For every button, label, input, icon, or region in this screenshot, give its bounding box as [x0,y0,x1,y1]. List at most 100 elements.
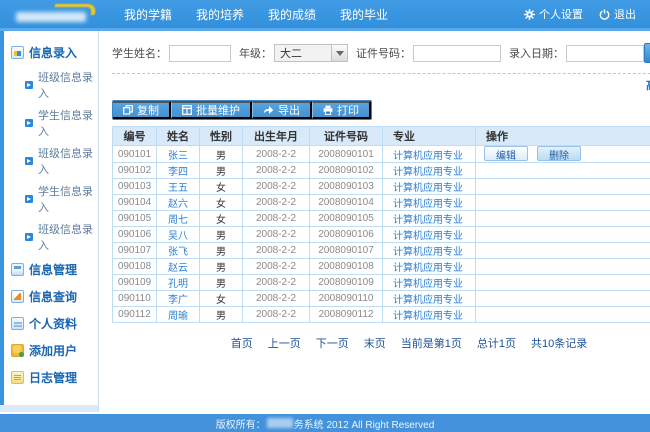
cell-major: 计算机应用专业 [382,290,476,307]
edit-button[interactable]: 编辑 [484,146,528,162]
toolbar-print-button[interactable]: 打印 [312,101,371,119]
total-records-status: 共10条记录 [531,338,588,350]
info-query-icon [11,290,24,303]
sidebar-section-2[interactable]: 信息管理 [4,256,98,283]
logout-button[interactable]: 退出 [599,6,636,22]
sidebar-section-4[interactable]: 个人资料 [4,310,98,337]
major-link[interactable]: 计算机应用专业 [393,247,463,258]
id-number-input[interactable] [413,44,501,62]
sidebar-subitem-1-3[interactable]: 班级信息录入 [4,142,98,180]
student-name-label: 学生姓名： [112,48,167,60]
cell-actions [475,242,650,259]
student-name-link[interactable]: 李广 [168,295,188,306]
cell-major: 计算机应用专业 [382,226,476,243]
query-button[interactable]: 查 询 [644,43,650,63]
cell-major: 计算机应用专业 [382,162,476,179]
student-name-input[interactable] [169,44,231,62]
cell-major: 计算机应用专业 [382,210,476,227]
next-page-link[interactable]: 下一页 [316,335,349,351]
cell-id: 090107 [112,242,157,259]
dropdown-arrow-icon[interactable] [331,45,347,61]
cell-id: 090105 [112,210,157,227]
advanced-query-link[interactable]: 高级查询 [646,77,650,93]
sidebar-subitem-1-2[interactable]: 学生信息录入 [4,104,98,142]
top-nav-item-4[interactable]: 我的毕业 [340,6,388,23]
cell-birth: 2008-2-2 [242,290,310,307]
cell-major: 计算机应用专业 [382,258,476,275]
cell-id-number: 2008090108 [309,258,383,275]
major-link[interactable]: 计算机应用专业 [393,263,463,274]
toolbar-button-label: 批量维护 [196,105,240,117]
sidebar-section-5[interactable]: 添加用户 [4,337,98,364]
delete-button[interactable]: 删除 [537,146,581,162]
student-name-link[interactable]: 赵云 [168,263,188,274]
student-name-link[interactable]: 孔明 [168,279,188,290]
top-nav: 我的学籍 我的培养 我的成绩 我的毕业 [124,6,388,23]
major-link[interactable]: 计算机应用专业 [393,279,463,290]
bullet-icon [25,157,33,165]
major-link[interactable]: 计算机应用专业 [393,151,463,162]
major-link[interactable]: 计算机应用专业 [393,199,463,210]
student-name-link[interactable]: 王五 [168,183,188,194]
footer: 版权所有： 务系统 2012 All Right Reserved [0,412,650,432]
toolbar-batch-maintain-button[interactable]: 批量维护 [171,101,252,119]
search-form: 学生姓名： 年级： 大二 证件号码： 录入日期： 查 询 [112,43,650,63]
last-page-link[interactable]: 末页 [364,335,386,351]
column-header-7: 操作 [475,126,650,146]
major-link[interactable]: 计算机应用专业 [393,231,463,242]
student-name-link[interactable]: 张三 [168,151,188,162]
student-name-link[interactable]: 周七 [168,215,188,226]
grade-select-value: 大二 [280,48,302,60]
entry-date-input[interactable] [566,44,644,62]
toolbar-copy-button[interactable]: 复制 [113,101,171,119]
top-nav-item-3[interactable]: 我的成绩 [268,6,316,23]
cell-id: 090103 [112,178,157,195]
first-page-link[interactable]: 首页 [231,335,253,351]
major-link[interactable]: 计算机应用专业 [393,311,463,322]
column-header-6: 专业 [382,126,476,146]
sidebar-subitem-label: 班级信息录入 [38,148,93,176]
cell-birth: 2008-2-2 [242,258,310,275]
cell-name: 赵云 [156,258,200,275]
censored-brand-name [266,418,293,428]
student-name-link[interactable]: 张飞 [168,247,188,258]
sidebar-subitem-1-4[interactable]: 学生信息录入 [4,180,98,218]
sidebar-section-1[interactable]: 信息录入 [4,39,98,66]
cell-major: 计算机应用专业 [382,194,476,211]
cell-major: 计算机应用专业 [382,242,476,259]
id-number-label: 证件号码： [356,48,411,60]
cell-actions: 编辑 删除 [475,145,650,163]
sidebar-section-6[interactable]: 日志管理 [4,364,98,391]
student-name-link[interactable]: 赵六 [168,199,188,210]
sidebar: 信息录入 班级信息录入 学生信息录入 班级信息录入 学生信息录入 班级信息录入 信息管理 信息… [0,31,99,412]
table-toolbar: 复制 批量维护 导出 打印 [112,100,372,120]
cell-id-number: 2008090104 [309,194,383,211]
profile-icon [11,317,24,330]
topbar-actions: 个人设置 退出 [524,6,636,22]
major-link[interactable]: 计算机应用专业 [393,167,463,178]
grade-select[interactable]: 大二 [274,44,348,62]
pagination: 首页 上一页 下一页 末页 当前是第1页 总计1页 共10条记录 [112,335,650,351]
personal-settings-button[interactable]: 个人设置 [524,6,583,22]
cell-gender: 女 [199,290,243,307]
student-name-link[interactable]: 李四 [168,167,188,178]
toolbar-export-button[interactable]: 导出 [252,101,312,119]
major-link[interactable]: 计算机应用专业 [393,183,463,194]
cell-id: 090112 [112,306,157,323]
sidebar-subitem-1-5[interactable]: 班级信息录入 [4,218,98,256]
top-nav-item-2[interactable]: 我的培养 [196,6,244,23]
student-name-link[interactable]: 吴八 [168,231,188,242]
bullet-icon [25,119,33,127]
cell-id-number: 2008090107 [309,242,383,259]
power-icon [599,8,610,20]
cell-gender: 女 [199,194,243,211]
sidebar-subitem-1-1[interactable]: 班级信息录入 [4,66,98,104]
major-link[interactable]: 计算机应用专业 [393,295,463,306]
student-name-link[interactable]: 周瑜 [168,311,188,322]
prev-page-link[interactable]: 上一页 [268,335,301,351]
sidebar-section-3[interactable]: 信息查询 [4,283,98,310]
column-header-1: 编号 [112,126,157,146]
major-link[interactable]: 计算机应用专业 [393,215,463,226]
top-nav-item-1[interactable]: 我的学籍 [124,6,172,23]
sidebar-section-label: 信息录入 [29,46,78,60]
